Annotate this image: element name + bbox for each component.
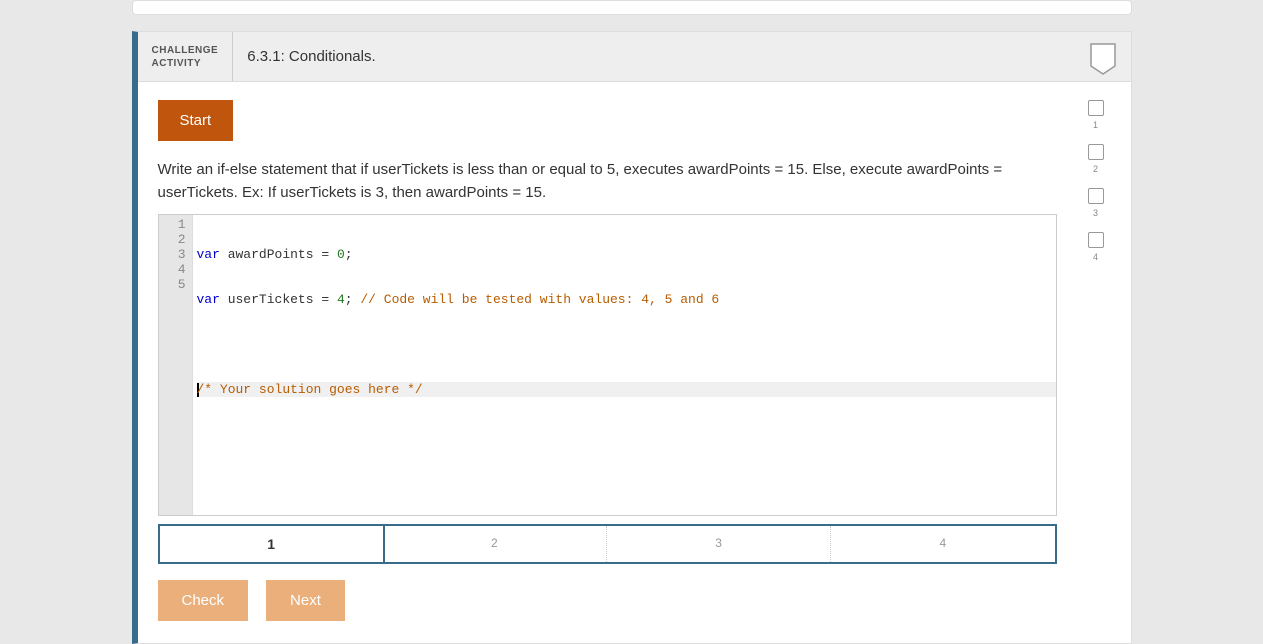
test-tab-1[interactable]: 1	[158, 524, 385, 564]
line-number: 4	[159, 262, 186, 277]
activity-tag-line2: ACTIVITY	[152, 57, 219, 70]
step-checkbox-4[interactable]: 4	[1088, 232, 1104, 262]
code-line: var awardPoints = 0;	[197, 247, 1056, 262]
start-button[interactable]: Start	[158, 100, 234, 141]
previous-card-fragment	[132, 0, 1132, 15]
step-checkbox-1[interactable]: 1	[1088, 100, 1104, 130]
next-button[interactable]: Next	[266, 580, 345, 621]
line-gutter: 1 2 3 4 5	[159, 215, 193, 515]
activity-tag-line1: CHALLENGE	[152, 44, 219, 57]
test-tab-4[interactable]: 4	[831, 526, 1054, 562]
checkbox-icon	[1088, 100, 1104, 116]
line-number: 1	[159, 217, 186, 232]
step-label: 3	[1093, 208, 1098, 218]
progress-sidebar: 1 2 3 4	[1081, 100, 1111, 621]
completion-badge-icon	[1089, 42, 1117, 76]
step-label: 4	[1093, 252, 1098, 262]
activity-header: CHALLENGE ACTIVITY 6.3.1: Conditionals.	[138, 32, 1131, 82]
step-checkbox-3[interactable]: 3	[1088, 188, 1104, 218]
line-number: 2	[159, 232, 186, 247]
code-line-active: /* Your solution goes here */	[197, 382, 1056, 397]
step-checkbox-2[interactable]: 2	[1088, 144, 1104, 174]
checkbox-icon	[1088, 144, 1104, 160]
code-line	[197, 427, 1056, 442]
test-case-nav: 1 2 3 4	[158, 524, 1057, 564]
step-label: 1	[1093, 120, 1098, 130]
test-tab-3[interactable]: 3	[607, 526, 831, 562]
code-line	[197, 337, 1056, 352]
line-number: 5	[159, 277, 186, 292]
checkbox-icon	[1088, 232, 1104, 248]
code-area[interactable]: var awardPoints = 0; var userTickets = 4…	[193, 215, 1056, 515]
checkbox-icon	[1088, 188, 1104, 204]
prompt-text: Write an if-else statement that if userT…	[158, 159, 1057, 204]
line-number: 3	[159, 247, 186, 262]
challenge-activity-card: CHALLENGE ACTIVITY 6.3.1: Conditionals. …	[132, 31, 1132, 644]
code-editor[interactable]: 1 2 3 4 5 var awardPoints = 0; var userT…	[158, 214, 1057, 516]
step-label: 2	[1093, 164, 1098, 174]
activity-title: 6.3.1: Conditionals.	[233, 48, 375, 65]
check-button[interactable]: Check	[158, 580, 249, 621]
activity-tag: CHALLENGE ACTIVITY	[138, 32, 234, 81]
test-tab-2[interactable]: 2	[383, 526, 607, 562]
code-line: var userTickets = 4; // Code will be tes…	[197, 292, 1056, 307]
